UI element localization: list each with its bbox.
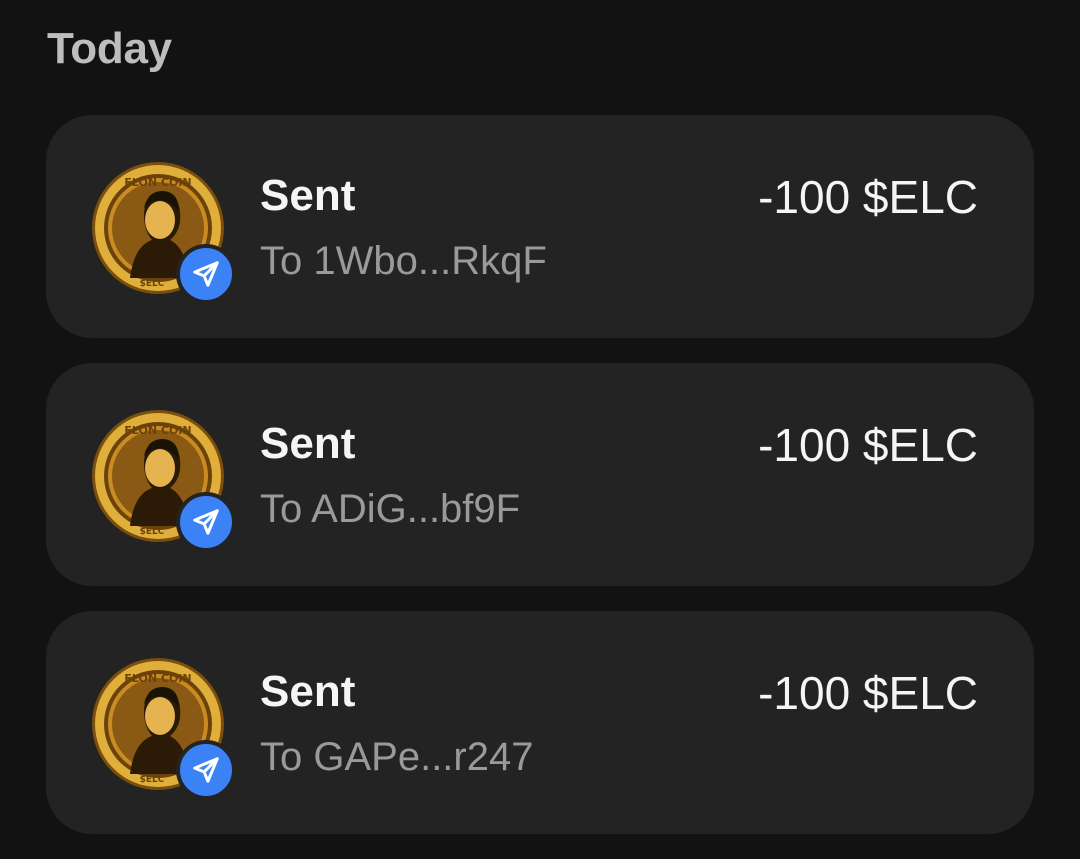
transaction-list: ELON COIN $ELC Sent To 1Wbo...RkqF -100 … (46, 115, 1034, 859)
send-badge (176, 740, 236, 800)
transaction-row[interactable]: ELON COIN $ELC Sent To GAPe...r247 -100 … (46, 611, 1034, 834)
transaction-type: Sent (260, 171, 356, 220)
transaction-recipient: To 1Wbo...RkqF (260, 239, 547, 283)
coin-top-text: ELON COIN (124, 672, 191, 685)
coin-bottom-text: $ELC (140, 775, 165, 785)
token-avatar: ELON COIN $ELC (90, 408, 236, 552)
transaction-amount: -100 $ELC (758, 419, 978, 471)
transaction-amount: -100 $ELC (758, 171, 978, 223)
coin-bottom-text: $ELC (140, 279, 165, 289)
send-arrow-icon (193, 509, 219, 535)
transaction-row[interactable]: ELON COIN $ELC Sent To ADiG...bf9F -100 … (46, 363, 1034, 586)
transaction-type: Sent (260, 419, 356, 468)
coin-top-text: ELON COIN (124, 424, 191, 437)
token-avatar: ELON COIN $ELC (90, 160, 236, 304)
coin-top-text: ELON COIN (124, 176, 191, 189)
transaction-row[interactable]: ELON COIN $ELC Sent To 1Wbo...RkqF -100 … (46, 115, 1034, 338)
coin-bottom-text: $ELC (140, 527, 165, 537)
send-arrow-icon (193, 757, 219, 783)
send-badge (176, 244, 236, 304)
send-arrow-icon (193, 261, 219, 287)
token-avatar: ELON COIN $ELC (90, 656, 236, 800)
section-title-today: Today (47, 24, 172, 73)
transaction-amount: -100 $ELC (758, 667, 978, 719)
send-badge (176, 492, 236, 552)
transaction-recipient: To ADiG...bf9F (260, 487, 521, 531)
transaction-type: Sent (260, 667, 356, 716)
transaction-recipient: To GAPe...r247 (260, 735, 534, 779)
